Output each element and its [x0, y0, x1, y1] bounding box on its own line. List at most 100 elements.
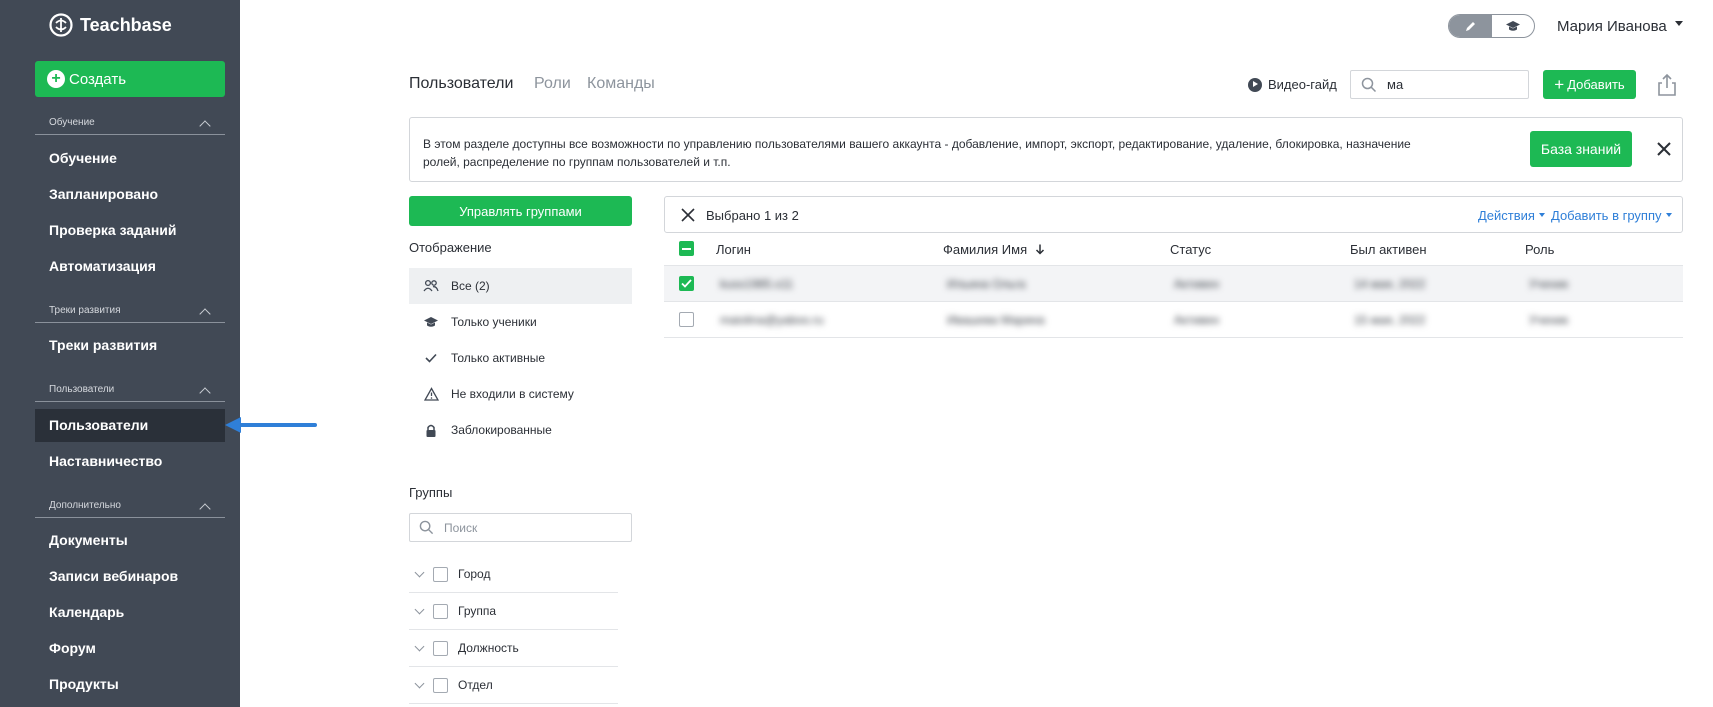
teachbase-logo-icon [49, 13, 73, 37]
add-button-label: Добавить [1567, 77, 1625, 92]
play-icon [1248, 77, 1262, 92]
select-all-checkbox[interactable] [679, 241, 694, 256]
filter-label: Только активные [451, 351, 546, 365]
section-title: Пользователи [49, 384, 115, 395]
actions-label: Действия [1478, 208, 1535, 223]
add-to-group-dropdown[interactable]: Добавить в группу [1551, 208, 1672, 223]
search-input[interactable] [1387, 77, 1507, 92]
filter-never-logged-in[interactable]: Не входили в систему [409, 376, 632, 412]
section-header-tracks[interactable]: Треки развития [35, 305, 225, 323]
edit-mode-toggle[interactable] [1449, 15, 1492, 37]
tab-users[interactable]: Пользователи [409, 75, 513, 93]
column-login[interactable]: Логин [716, 242, 751, 257]
graduation-cap-icon [423, 314, 439, 330]
column-status[interactable]: Статус [1170, 242, 1211, 257]
column-role[interactable]: Роль [1525, 242, 1554, 257]
column-name[interactable]: Фамилия Имя [943, 242, 1045, 257]
sidebar-item-automation[interactable]: Автоматизация [35, 250, 225, 283]
cell-last-active: 14 мая, 2022 [1354, 277, 1426, 291]
info-banner-text: В этом разделе доступны все возможности … [423, 137, 1411, 169]
sidebar-item-webinar-records[interactable]: Записи вебинаров [35, 560, 225, 593]
table-row[interactable]: kuss1985.s11 Ильина Ольга Активен 14 мая… [664, 266, 1683, 302]
cell-login: kuss1985.s11 [720, 277, 794, 291]
column-last-active[interactable]: Был активен [1350, 242, 1427, 257]
tab-roles[interactable]: Роли [534, 75, 571, 93]
sidebar-item-tracks[interactable]: Треки развития [35, 329, 225, 362]
info-banner: В этом разделе доступны все возможности … [409, 117, 1683, 182]
video-guide-link[interactable]: Видео-гайд [1248, 77, 1337, 92]
search-field[interactable] [1350, 70, 1529, 99]
section-title: Обучение [49, 117, 95, 128]
knowledge-base-button[interactable]: База знаний [1530, 131, 1632, 167]
sidebar-item-products[interactable]: Продукты [35, 668, 225, 701]
row-checkbox[interactable] [679, 276, 694, 291]
section-header-users[interactable]: Пользователи [35, 384, 225, 402]
create-button[interactable]: + Создать [35, 61, 225, 97]
user-menu[interactable]: Мария Иванова [1557, 18, 1683, 35]
group-checkbox[interactable] [433, 603, 448, 619]
filter-label: Не входили в систему [451, 387, 574, 401]
group-checkbox[interactable] [433, 677, 448, 693]
logo[interactable]: Teachbase [48, 12, 172, 38]
row-checkbox[interactable] [679, 312, 694, 327]
sidebar-item-mentoring[interactable]: Наставничество [35, 445, 225, 478]
actions-dropdown[interactable]: Действия [1478, 208, 1545, 223]
sidebar-item-calendar[interactable]: Календарь [35, 596, 225, 629]
video-guide-label: Видео-гайд [1268, 77, 1337, 92]
group-search-input[interactable] [444, 520, 614, 535]
export-icon[interactable] [1656, 73, 1678, 97]
mode-toggle[interactable] [1448, 14, 1535, 38]
chevron-up-icon [199, 120, 211, 132]
display-title: Отображение [409, 240, 492, 255]
sort-arrow-down-icon [1035, 244, 1044, 255]
group-label: Группа [458, 604, 497, 618]
selection-count: Выбрано 1 из 2 [706, 208, 799, 223]
sidebar-item-documents[interactable]: Документы [35, 524, 225, 557]
group-checkbox[interactable] [433, 566, 448, 582]
column-name-label: Фамилия Имя [943, 242, 1028, 257]
filter-label: Все (2) [451, 279, 490, 293]
group-label: Город [458, 567, 491, 581]
tab-teams[interactable]: Команды [587, 75, 655, 93]
group-row-position: Должность [409, 630, 618, 667]
section-header-additional[interactable]: Дополнительно [35, 500, 225, 518]
annotation-arrow-icon [225, 417, 317, 433]
chevron-down-icon[interactable] [414, 567, 425, 577]
check-icon [423, 350, 439, 366]
add-user-button[interactable]: + Добавить [1543, 70, 1636, 99]
search-icon [1361, 77, 1377, 92]
table-row[interactable]: maiolina@yaboo.ru Ивашева Марина Активен… [664, 302, 1683, 338]
sidebar-item-scheduled[interactable]: Запланировано [35, 178, 225, 211]
chevron-up-icon [199, 308, 211, 320]
chevron-up-icon [199, 503, 211, 515]
filter-only-active[interactable]: Только активные [409, 340, 632, 376]
group-checkbox[interactable] [433, 640, 448, 656]
sidebar: Teachbase + Создать Обучение Обучение За… [0, 0, 240, 707]
sidebar-item-forum[interactable]: Форум [35, 632, 225, 665]
filter-label: Заблокированные [451, 423, 552, 437]
chevron-down-icon[interactable] [414, 678, 425, 688]
selection-bar: Выбрано 1 из 2 Действия Добавить в групп… [664, 196, 1683, 233]
sidebar-item-task-review[interactable]: Проверка заданий [35, 214, 225, 247]
cell-name: Ивашева Марина [947, 313, 1045, 327]
sidebar-item-learning[interactable]: Обучение [35, 142, 225, 175]
sidebar-item-users[interactable]: Пользователи [35, 409, 225, 442]
chevron-down-icon[interactable] [414, 641, 425, 651]
section-title: Дополнительно [49, 500, 121, 511]
close-icon[interactable] [1655, 140, 1673, 158]
clear-selection-icon[interactable] [681, 208, 695, 222]
group-label: Отдел [458, 678, 493, 692]
section-header-learning[interactable]: Обучение [35, 117, 225, 135]
manage-groups-button[interactable]: Управлять группами [409, 196, 632, 226]
cell-login: maiolina@yaboo.ru [720, 313, 824, 327]
filter-blocked[interactable]: Заблокированные [409, 412, 632, 448]
learner-mode-toggle[interactable] [1492, 15, 1535, 37]
filter-only-learners[interactable]: Только ученики [409, 304, 632, 340]
logo-text: Teachbase [80, 14, 172, 35]
chevron-down-icon[interactable] [414, 604, 425, 614]
search-icon [419, 520, 434, 535]
check-icon [681, 279, 692, 288]
filter-label: Только ученики [451, 315, 537, 329]
filter-all[interactable]: Все (2) [409, 268, 632, 304]
group-search-field[interactable] [409, 513, 632, 542]
